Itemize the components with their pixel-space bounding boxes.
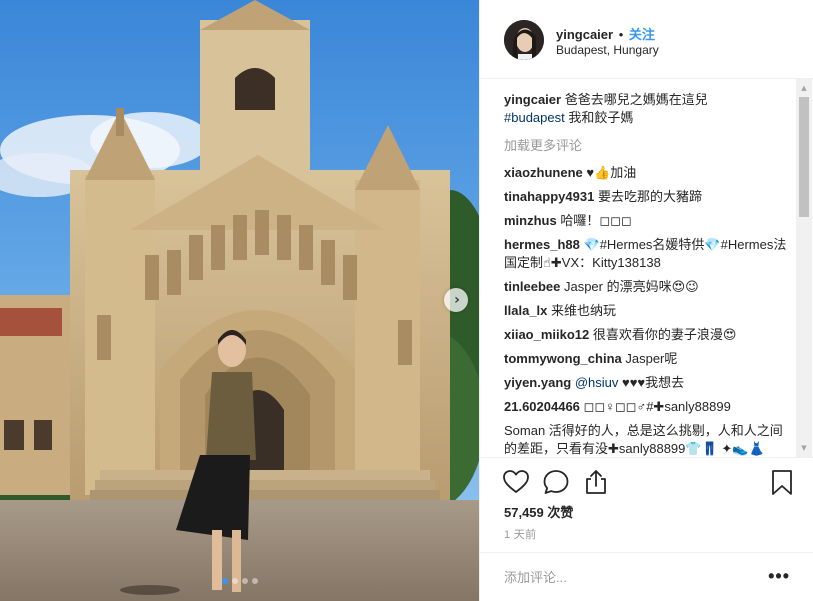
caption-username[interactable]: yingcaier: [504, 92, 561, 107]
comment-text: 哈囉！◻◻◻: [556, 213, 632, 228]
username-line: yingcaier • 关注: [556, 24, 655, 43]
scroll-down-arrow-icon[interactable]: ▼: [796, 441, 812, 455]
comment-text: Jasper 的漂亮妈咪😍😉: [560, 279, 699, 294]
comment-item: llala_lx 来维也纳玩: [504, 302, 790, 320]
location-link[interactable]: Budapest, Hungary: [556, 43, 659, 57]
avatar[interactable]: [504, 20, 544, 60]
post-side-panel: yingcaier • 关注 Budapest, Hungary yingcai…: [479, 0, 813, 601]
comment-item: Soman 活得好的人，总是这么挑剔，人和人之间的差距，只看有没✚sanly88…: [504, 422, 790, 457]
scrollbar-thumb[interactable]: [799, 97, 809, 217]
post-photo[interactable]: ›: [0, 0, 479, 601]
carousel-dot-active: [221, 578, 228, 584]
comment-username[interactable]: yiyen.yang: [504, 375, 571, 390]
caption-text: 爸爸去哪兒之媽媽在這兒: [561, 92, 708, 107]
username-link[interactable]: yingcaier: [556, 27, 613, 42]
comment-username[interactable]: xiaozhunene: [504, 165, 583, 180]
comment-item: tinahappy4931 要去吃那的大豬蹄: [504, 188, 790, 206]
comment-item: 21.60204466 ◻◻♀◻◻♂#✚sanly88899: [504, 398, 790, 416]
load-more-comments-button[interactable]: 加载更多评论: [504, 137, 790, 155]
comment-text: 来维也纳玩: [547, 303, 616, 318]
comment-text: 很喜欢看你的妻子浪漫😍: [589, 327, 737, 342]
post-header: yingcaier • 关注 Budapest, Hungary: [480, 0, 813, 79]
comment-username[interactable]: tinahappy4931: [504, 189, 594, 204]
comments-list[interactable]: yingcaier 爸爸去哪兒之媽媽在這兒 #budapest 我和餃子媽 加载…: [480, 79, 813, 457]
comment-text: ♥♥♥我想去: [618, 375, 685, 390]
comment-username[interactable]: minzhus: [504, 213, 557, 228]
comment-text: Soman 活得好的人，总是这么挑剔，人和人之间的差距，只看有没✚sanly88…: [504, 423, 783, 456]
follow-button[interactable]: 关注: [629, 27, 655, 42]
carousel-next-button[interactable]: ›: [444, 288, 468, 312]
comment-username[interactable]: hermes_h88: [504, 237, 580, 252]
mention-link[interactable]: @hsiuv: [571, 375, 619, 390]
post-actions-bar: [480, 457, 813, 505]
comments-scrollbar[interactable]: ▲ ▼: [796, 79, 812, 457]
comment-text: ◻◻♀◻◻♂#✚sanly88899: [579, 399, 731, 414]
more-options-icon[interactable]: •••: [768, 567, 790, 585]
post-timestamp[interactable]: 1 天前: [504, 526, 536, 542]
bookmark-icon[interactable]: [768, 468, 796, 496]
comment-bubble-icon[interactable]: [542, 468, 570, 496]
comment-text: ♥👍加油: [582, 165, 637, 180]
comment-item: hermes_h88 💎#Hermes名媛特供💎#Hermes法国定制☝✚VX：…: [504, 236, 790, 272]
comment-item: tinleebee Jasper 的漂亮妈咪😍😉: [504, 278, 790, 296]
heart-icon[interactable]: [502, 468, 530, 496]
post-caption: yingcaier 爸爸去哪兒之媽媽在這兒 #budapest 我和餃子媽: [504, 91, 790, 127]
chevron-right-icon: ›: [454, 292, 460, 308]
comment-item: yiyen.yang @hsiuv ♥♥♥我想去: [504, 374, 790, 392]
carousel-dot: [251, 578, 258, 584]
comment-username[interactable]: tommywong_china: [504, 351, 622, 366]
share-icon[interactable]: [582, 468, 610, 496]
carousel-dot: [231, 578, 238, 584]
church-photo-image: [0, 0, 479, 601]
scroll-up-arrow-icon[interactable]: ▲: [796, 81, 812, 95]
comment-item: minzhus 哈囉！◻◻◻: [504, 212, 790, 230]
hashtag-link[interactable]: #budapest: [504, 110, 565, 125]
comment-text: 要去吃那的大豬蹄: [594, 189, 702, 204]
caption-text-2: 我和餃子媽: [564, 110, 634, 125]
comment-username[interactable]: xiiao_miiko12: [504, 327, 589, 342]
carousel-dot: [241, 578, 248, 584]
separator-dot: •: [618, 27, 624, 42]
comment-input[interactable]: [504, 566, 754, 588]
like-count[interactable]: 57,459 次赞: [504, 502, 573, 521]
carousel-indicator: [0, 578, 479, 584]
comment-username[interactable]: tinleebee: [504, 279, 560, 294]
comment-username[interactable]: 21.60204466: [504, 399, 580, 414]
comment-text: Jasper呢: [621, 351, 678, 366]
comment-item: xiiao_miiko12 很喜欢看你的妻子浪漫😍: [504, 326, 790, 344]
comment-item: xiaozhunene ♥👍加油: [504, 164, 790, 182]
comment-item: tommywong_china Jasper呢: [504, 350, 790, 368]
add-comment-bar: •••: [480, 552, 813, 601]
avatar-image: [504, 20, 544, 60]
comment-username[interactable]: llala_lx: [504, 303, 547, 318]
